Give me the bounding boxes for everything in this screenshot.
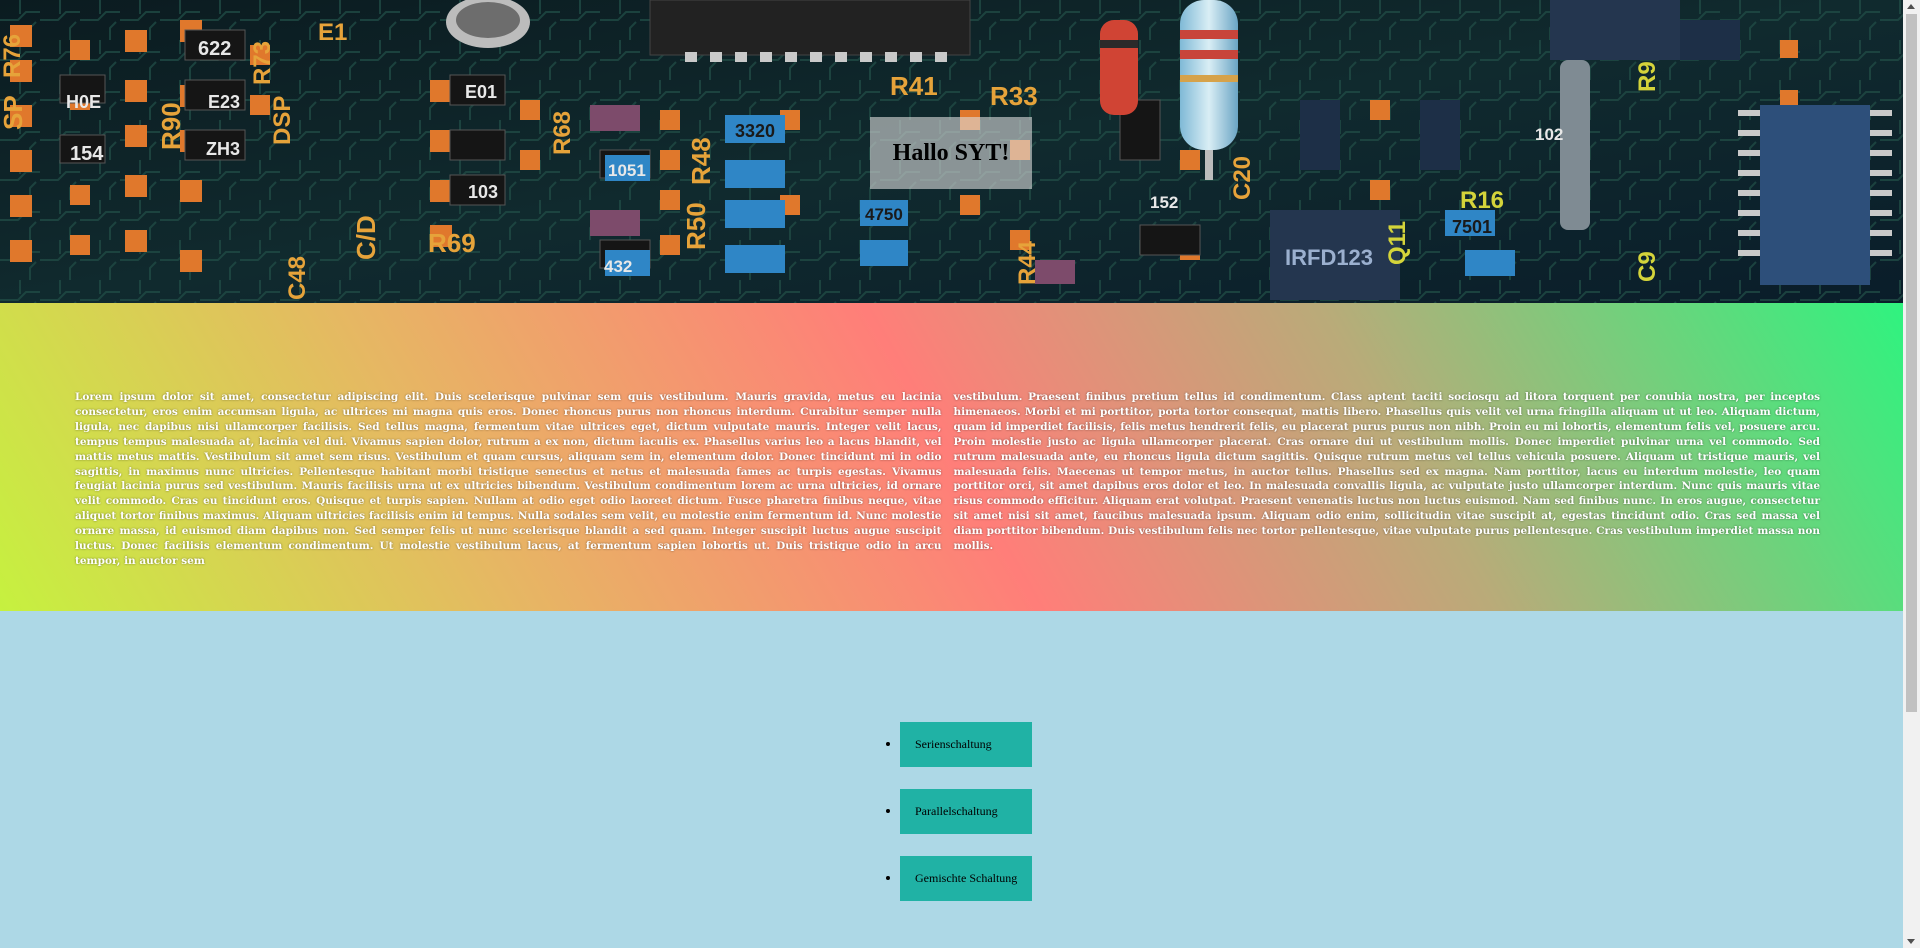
page: SP R76 622 R73 E1 H0E E23 R90 DSP 154 ZH…	[0, 0, 1903, 948]
board-label: IRFD123	[1285, 245, 1373, 270]
board-label: R9	[1634, 61, 1661, 92]
parallelschaltung-link[interactable]: Parallelschaltung	[900, 789, 1032, 834]
board-label: Q11	[1384, 221, 1411, 265]
text-column-left: Lorem ipsum dolor sit amet, consectetur …	[75, 391, 942, 567]
link-section: Serienschaltung Parallelschaltung Gemisc…	[0, 611, 1903, 948]
board-label: R48	[686, 137, 716, 185]
board-label: R69	[428, 228, 476, 258]
board-label: ZH3	[206, 139, 240, 159]
board-label: R16	[1460, 187, 1504, 214]
text-section: Lorem ipsum dolor sit amet, consectetur …	[0, 303, 1903, 611]
board-label: 103	[468, 182, 498, 202]
board-label: E1	[318, 19, 347, 46]
board-label: R41	[890, 71, 938, 101]
scroll-up-arrow-icon[interactable]	[1907, 4, 1915, 9]
vertical-scrollbar[interactable]	[1903, 0, 1920, 948]
hero-title-box: Hallo SYT!	[870, 117, 1032, 189]
board-label: E23	[208, 92, 240, 112]
board-label: 432	[604, 257, 632, 276]
board-label: R73	[249, 41, 276, 85]
board-label: R76	[0, 34, 26, 78]
list-item: Serienschaltung	[900, 722, 1032, 768]
hero-banner: SP R76 622 R73 E1 H0E E23 R90 DSP 154 ZH…	[0, 0, 1903, 303]
board-label: 622	[198, 38, 231, 60]
board-label: E01	[465, 82, 497, 102]
board-label: H0E	[66, 92, 101, 112]
board-label: C9	[1634, 251, 1661, 282]
board-label: C48	[284, 256, 311, 300]
board-label: 1051	[608, 161, 646, 180]
board-label: R33	[990, 81, 1038, 111]
page-title: Hallo SYT!	[892, 139, 1010, 166]
scrollbar-thumb[interactable]	[1906, 14, 1917, 712]
board-label: 152	[1150, 193, 1178, 212]
list-item: Parallelschaltung	[900, 789, 1032, 835]
board-label: 102	[1535, 125, 1563, 144]
board-label: 154	[70, 143, 104, 165]
board-label: 4750	[865, 205, 903, 224]
board-label: C/D	[351, 215, 381, 260]
text-columns: Lorem ipsum dolor sit amet, consectetur …	[75, 390, 1820, 569]
text-column-right: vestibulum. Praesent finibus pretium tel…	[953, 391, 1821, 553]
scroll-down-arrow-icon[interactable]	[1907, 939, 1915, 944]
board-label: R44	[1014, 240, 1041, 285]
board-label: R50	[681, 202, 711, 250]
board-label: 7501	[1452, 217, 1492, 237]
board-label: R68	[549, 111, 576, 155]
board-label: SP	[0, 95, 28, 130]
circuit-type-list: Serienschaltung Parallelschaltung Gemisc…	[900, 722, 1032, 923]
board-label: R90	[156, 102, 186, 150]
gemischte-schaltung-link[interactable]: Gemischte Schaltung	[900, 856, 1032, 901]
board-label: C20	[1229, 156, 1256, 200]
list-item: Gemischte Schaltung	[900, 856, 1032, 902]
board-label: 3320	[735, 121, 775, 141]
board-label: DSP	[269, 96, 296, 145]
serienschaltung-link[interactable]: Serienschaltung	[900, 722, 1032, 767]
